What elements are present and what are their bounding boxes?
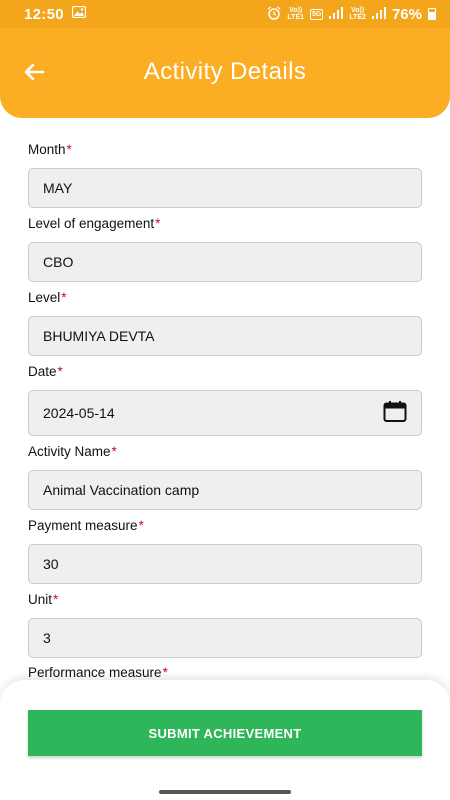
unit-label: Unit bbox=[28, 592, 53, 607]
required-mark: * bbox=[155, 216, 161, 231]
bottom-panel: SUBMIT ACHIEVEMENT bbox=[0, 680, 450, 800]
alarm-icon bbox=[267, 5, 281, 23]
signal-icon-1 bbox=[329, 6, 344, 22]
signal-icon-2 bbox=[371, 6, 386, 22]
activity-name-field: Activity Name* Animal Vaccination camp bbox=[28, 443, 422, 510]
required-mark: * bbox=[61, 290, 67, 305]
unit-input[interactable]: 3 bbox=[28, 618, 422, 658]
required-mark: * bbox=[111, 444, 117, 459]
home-indicator[interactable] bbox=[159, 790, 291, 794]
app-header: Activity Details bbox=[0, 28, 450, 118]
required-mark: * bbox=[138, 518, 144, 533]
required-mark: * bbox=[66, 142, 72, 157]
month-field: Month* MAY bbox=[28, 141, 422, 208]
battery-percent: 76% bbox=[391, 5, 422, 23]
required-mark: * bbox=[162, 665, 168, 678]
calendar-icon[interactable] bbox=[383, 401, 407, 426]
payment-measure-label: Payment measure bbox=[28, 518, 138, 533]
engagement-label: Level of engagement bbox=[28, 216, 155, 231]
required-mark: * bbox=[53, 592, 59, 607]
performance-measure-label: Performance measure bbox=[28, 665, 162, 678]
level-field: Level* BHUMIYA DEVTA bbox=[28, 289, 422, 356]
gallery-icon bbox=[71, 5, 87, 23]
month-input[interactable]: MAY bbox=[28, 168, 422, 208]
submit-achievement-button[interactable]: SUBMIT ACHIEVEMENT bbox=[28, 710, 422, 756]
date-field: Date* 2024-05-14 bbox=[28, 363, 422, 436]
status-time: 12:50 bbox=[24, 5, 64, 23]
unit-field: Unit* 3 bbox=[28, 591, 422, 658]
level-input[interactable]: BHUMIYA DEVTA bbox=[28, 316, 422, 356]
date-label: Date bbox=[28, 364, 57, 379]
date-input[interactable]: 2024-05-14 bbox=[28, 390, 422, 436]
status-bar: 12:50 Vo)) LTE1 5G Vo)) LTE2 76% bbox=[0, 0, 450, 28]
sim2-indicator: Vo)) LTE2 bbox=[349, 7, 366, 21]
level-label: Level bbox=[28, 290, 61, 305]
battery-icon bbox=[428, 8, 436, 20]
payment-measure-input[interactable]: 30 bbox=[28, 544, 422, 584]
activity-name-label: Activity Name bbox=[28, 444, 111, 459]
activity-form: Month* MAY Level of engagement* CBO Leve… bbox=[28, 118, 422, 678]
required-mark: * bbox=[57, 364, 63, 379]
performance-measure-field: Performance measure* bbox=[28, 664, 422, 678]
sim1-indicator: Vo)) LTE1 bbox=[287, 7, 305, 21]
date-value: 2024-05-14 bbox=[43, 405, 115, 421]
payment-measure-field: Payment measure* 30 bbox=[28, 517, 422, 584]
engagement-input[interactable]: CBO bbox=[28, 242, 422, 282]
month-label: Month bbox=[28, 142, 66, 157]
engagement-field: Level of engagement* CBO bbox=[28, 215, 422, 282]
5g-badge: 5G bbox=[310, 8, 324, 20]
page-title: Activity Details bbox=[143, 58, 307, 85]
activity-name-input[interactable]: Animal Vaccination camp bbox=[28, 470, 422, 510]
